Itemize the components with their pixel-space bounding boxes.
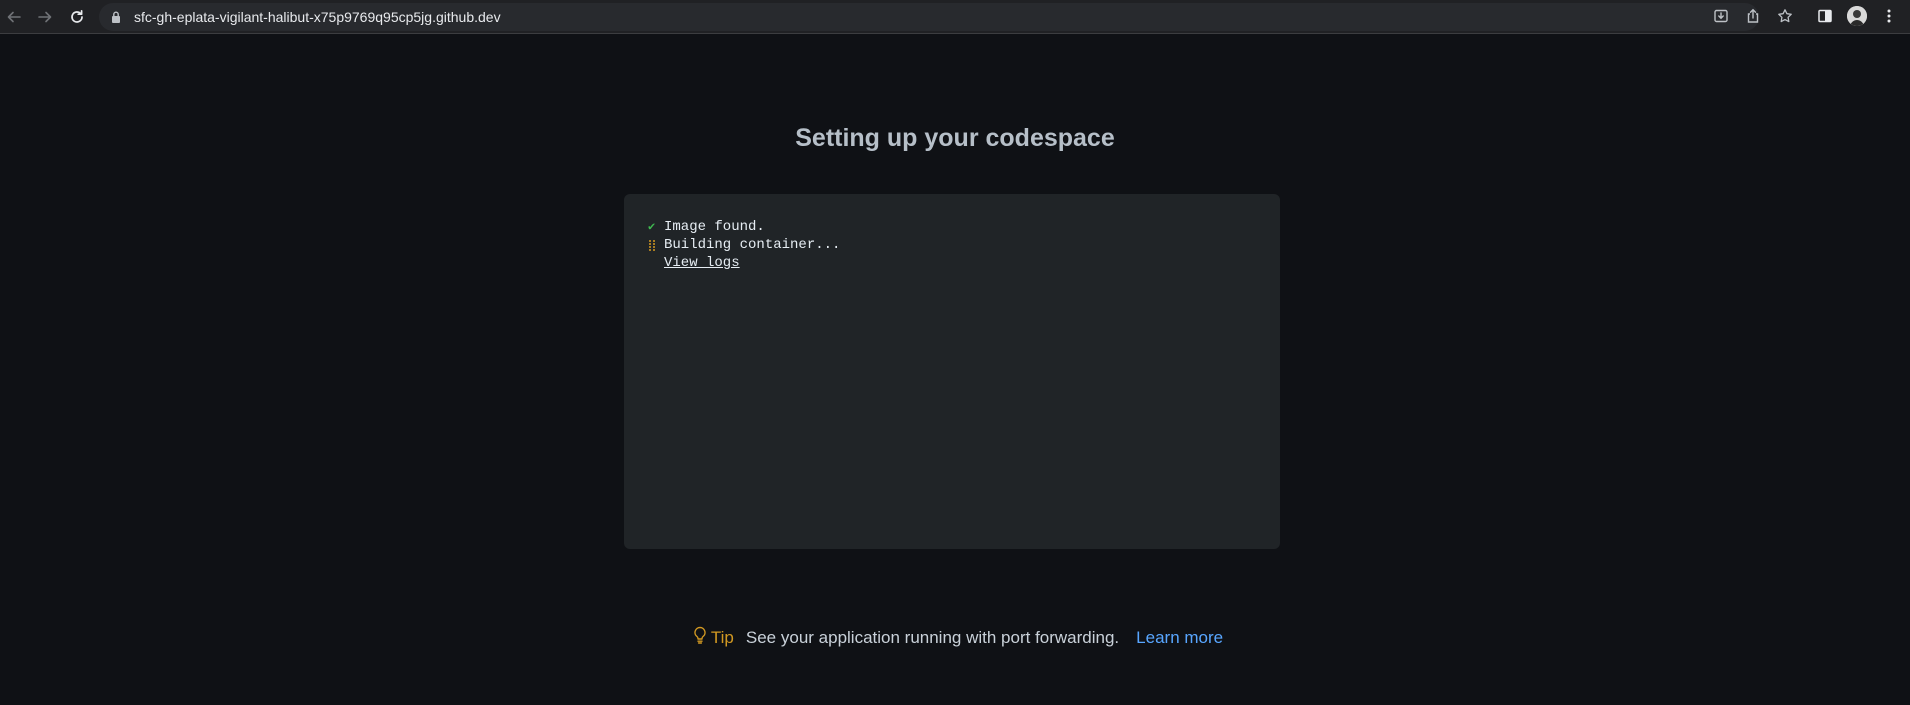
tip-label: Tip	[710, 627, 734, 647]
setup-log-panel: ✔ Image found. Building container... Vie…	[624, 194, 1280, 549]
forward-icon[interactable]	[33, 5, 57, 29]
lightbulb-icon	[693, 626, 707, 649]
install-icon[interactable]	[1709, 4, 1733, 28]
log-line-building-container: Building container...	[648, 236, 1280, 254]
learn-more-link[interactable]: Learn more	[1136, 628, 1223, 648]
check-icon: ✔	[648, 220, 656, 234]
log-line-text: Image found.	[664, 219, 765, 235]
back-icon[interactable]	[2, 5, 26, 29]
side-panel-icon[interactable]	[1813, 4, 1837, 28]
address-bar[interactable]: sfc-gh-eplata-vigilant-halibut-x75p9769q…	[99, 3, 1759, 31]
lock-icon[interactable]	[111, 11, 121, 23]
profile-avatar[interactable]	[1845, 4, 1869, 28]
tip-banner: Tip See your application running with po…	[0, 626, 1910, 649]
tip-text: See your application running with port f…	[745, 627, 1120, 647]
log-line-view-logs: View logs	[648, 254, 1280, 272]
bookmark-star-icon[interactable]	[1773, 4, 1797, 28]
log-line-text: Building container...	[664, 237, 841, 253]
spinner-icon	[648, 236, 662, 254]
url-text: sfc-gh-eplata-vigilant-halibut-x75p9769q…	[134, 9, 501, 25]
page-title: Setting up your codespace	[795, 124, 1115, 152]
log-line-image-found: ✔ Image found.	[648, 218, 1280, 236]
view-logs-link[interactable]: View logs	[664, 255, 740, 271]
menu-kebab-icon[interactable]	[1877, 4, 1901, 28]
browser-toolbar: sfc-gh-eplata-vigilant-halibut-x75p9769q…	[0, 0, 1910, 34]
reload-icon[interactable]	[65, 5, 89, 29]
share-icon[interactable]	[1741, 4, 1765, 28]
